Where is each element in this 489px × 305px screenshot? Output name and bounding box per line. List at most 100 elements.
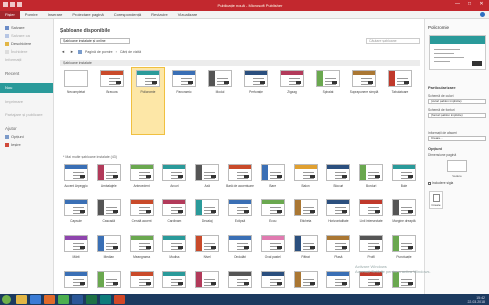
template-tile[interactable]: Margine dreaptă bbox=[388, 197, 420, 223]
explorer-icon[interactable] bbox=[16, 295, 27, 304]
backstage-save-as[interactable]: Salvare ca bbox=[0, 32, 53, 40]
template-tile[interactable]: Eticheta bbox=[290, 197, 322, 223]
word-icon[interactable] bbox=[72, 295, 83, 304]
template-tile[interactable]: Bare bbox=[257, 162, 289, 188]
help-icon[interactable] bbox=[480, 12, 485, 17]
backstage-recent[interactable]: Recent bbox=[0, 69, 53, 78]
backstage-options[interactable]: Opțiuni bbox=[0, 133, 53, 141]
template-tile[interactable]: Plasă bbox=[322, 233, 354, 259]
template-tile[interactable]: Ambalajele bbox=[93, 162, 125, 188]
tab-home[interactable]: Pornire bbox=[20, 12, 43, 17]
excel-icon[interactable] bbox=[86, 295, 97, 304]
template-tile[interactable]: Tabulatoare bbox=[384, 68, 416, 134]
template-tile[interactable]: Ecou bbox=[257, 197, 289, 223]
template-tile[interactable]: Modul bbox=[204, 68, 236, 134]
breadcrumb-home[interactable]: Pagină de pornire bbox=[85, 50, 113, 54]
backstage-help[interactable]: Ajutor bbox=[0, 124, 53, 133]
template-tile[interactable]: Oval pastel bbox=[257, 233, 289, 259]
tab-review[interactable]: Revizuire bbox=[146, 12, 173, 17]
template-tile[interactable]: Blocuri bbox=[322, 162, 354, 188]
template-tile[interactable]: Ondulări bbox=[224, 233, 256, 259]
template-tile[interactable] bbox=[257, 269, 289, 291]
backstage-save[interactable]: Salvare bbox=[0, 24, 53, 32]
template-tile[interactable]: Profil bbox=[355, 233, 387, 259]
template-tile[interactable] bbox=[224, 269, 256, 291]
undo-icon[interactable] bbox=[17, 2, 22, 7]
template-tile[interactable]: Decalaj bbox=[191, 197, 223, 223]
template-tile[interactable]: Policromie bbox=[131, 67, 165, 135]
font-scheme-dropdown[interactable]: (fonturi șablon implicite) bbox=[428, 113, 486, 118]
save-icon[interactable] bbox=[10, 2, 15, 7]
backstage-close[interactable]: Închidere bbox=[0, 48, 53, 56]
tab-insert[interactable]: Inserare bbox=[43, 12, 68, 17]
template-tile[interactable] bbox=[290, 269, 322, 291]
create-button[interactable]: Creare bbox=[429, 191, 443, 209]
template-tile[interactable]: Pătrat bbox=[290, 233, 322, 259]
backstage-share[interactable]: Partajare și publicare bbox=[0, 111, 53, 119]
template-source-select[interactable]: Șabloane instalate și online bbox=[60, 38, 130, 44]
publisher-icon[interactable] bbox=[100, 295, 111, 304]
backstage-info[interactable]: Informații bbox=[0, 56, 53, 64]
template-tile[interactable]: Panoramic bbox=[168, 68, 200, 134]
app-icon[interactable] bbox=[3, 2, 8, 7]
template-tile[interactable]: Spiralat bbox=[312, 68, 344, 134]
template-tile[interactable] bbox=[126, 269, 158, 291]
color-scheme-dropdown[interactable]: (culori șablon implicite) bbox=[428, 99, 486, 104]
search-input[interactable]: Căutare șabloane bbox=[366, 38, 420, 44]
template-tile[interactable] bbox=[60, 269, 92, 291]
template-tile[interactable]: Balon bbox=[290, 162, 322, 188]
template-tile[interactable]: Bară de accentuare bbox=[224, 162, 256, 188]
template-tile[interactable]: Capsule bbox=[60, 197, 92, 223]
maximize-button[interactable]: □ bbox=[464, 1, 475, 8]
template-tile[interactable]: Eclipsă bbox=[224, 197, 256, 223]
backstage-exit[interactable]: Ieșire bbox=[0, 141, 53, 149]
template-tile[interactable]: Nivel bbox=[191, 233, 223, 259]
template-tile[interactable] bbox=[191, 269, 223, 291]
powerpoint-icon[interactable] bbox=[114, 295, 125, 304]
business-info-dropdown[interactable]: Creare... bbox=[428, 136, 486, 141]
minimize-button[interactable]: — bbox=[452, 1, 463, 8]
template-tile[interactable]: Arcuri bbox=[158, 162, 190, 188]
template-tile[interactable]: Bule bbox=[388, 162, 420, 188]
template-tile[interactable]: Modiss bbox=[158, 233, 190, 259]
forward-arrow-icon[interactable]: ► bbox=[69, 49, 75, 54]
date[interactable]: 22.03.2018 bbox=[467, 300, 485, 304]
template-tile[interactable]: Cerută accent bbox=[126, 197, 158, 223]
template-tile[interactable]: Punctuație bbox=[388, 233, 420, 259]
start-button[interactable] bbox=[2, 295, 11, 304]
template-tile[interactable] bbox=[93, 269, 125, 291]
back-arrow-icon[interactable]: ◄ bbox=[60, 49, 66, 54]
include-logo-checkbox[interactable]: Includere sigla bbox=[428, 181, 453, 185]
browser-icon[interactable] bbox=[30, 295, 41, 304]
template-tile[interactable]: Perforație bbox=[240, 68, 272, 134]
tab-page-design[interactable]: Proiectare pagină bbox=[67, 12, 108, 17]
template-tile[interactable]: Meangrama bbox=[126, 233, 158, 259]
template-tile[interactable]: Median bbox=[93, 233, 125, 259]
media-icon[interactable] bbox=[44, 295, 55, 304]
tab-mailings[interactable]: Corespondență bbox=[109, 12, 146, 17]
template-tile[interactable]: Cascadă bbox=[93, 197, 125, 223]
backstage-print[interactable]: Imprimare bbox=[0, 98, 53, 106]
backstage-open[interactable]: Deschidere bbox=[0, 40, 53, 48]
home-icon[interactable] bbox=[78, 49, 82, 54]
tab-view[interactable]: Vizualizare bbox=[173, 12, 203, 17]
section-more-templates[interactable]: * Mai multe șabloane instalate (43) bbox=[60, 154, 420, 160]
template-tile[interactable]: Antecedent bbox=[126, 162, 158, 188]
template-tile[interactable]: Axă bbox=[191, 162, 223, 188]
template-tile[interactable]: Zigzag bbox=[276, 68, 308, 134]
template-tile[interactable]: Bravura bbox=[96, 68, 128, 134]
template-tile[interactable]: Accent Arpeggio bbox=[60, 162, 92, 188]
chrome-icon[interactable] bbox=[58, 295, 69, 304]
tab-file[interactable]: Fișier bbox=[0, 10, 20, 19]
close-button[interactable]: ✕ bbox=[476, 1, 487, 8]
page-orientation-icon[interactable] bbox=[447, 160, 467, 172]
template-tile[interactable]: Borduri bbox=[355, 162, 387, 188]
template-tile[interactable] bbox=[158, 269, 190, 291]
template-tile[interactable]: Mărit bbox=[60, 233, 92, 259]
template-tile[interactable]: Cardinam bbox=[158, 197, 190, 223]
template-tile[interactable]: Necompletat bbox=[60, 68, 92, 134]
backstage-new[interactable]: Nou bbox=[0, 83, 53, 93]
template-tile[interactable]: Horizontalitate bbox=[322, 197, 354, 223]
template-tile[interactable]: Suprapunere simplă bbox=[348, 68, 380, 134]
template-tile[interactable] bbox=[322, 269, 354, 291]
